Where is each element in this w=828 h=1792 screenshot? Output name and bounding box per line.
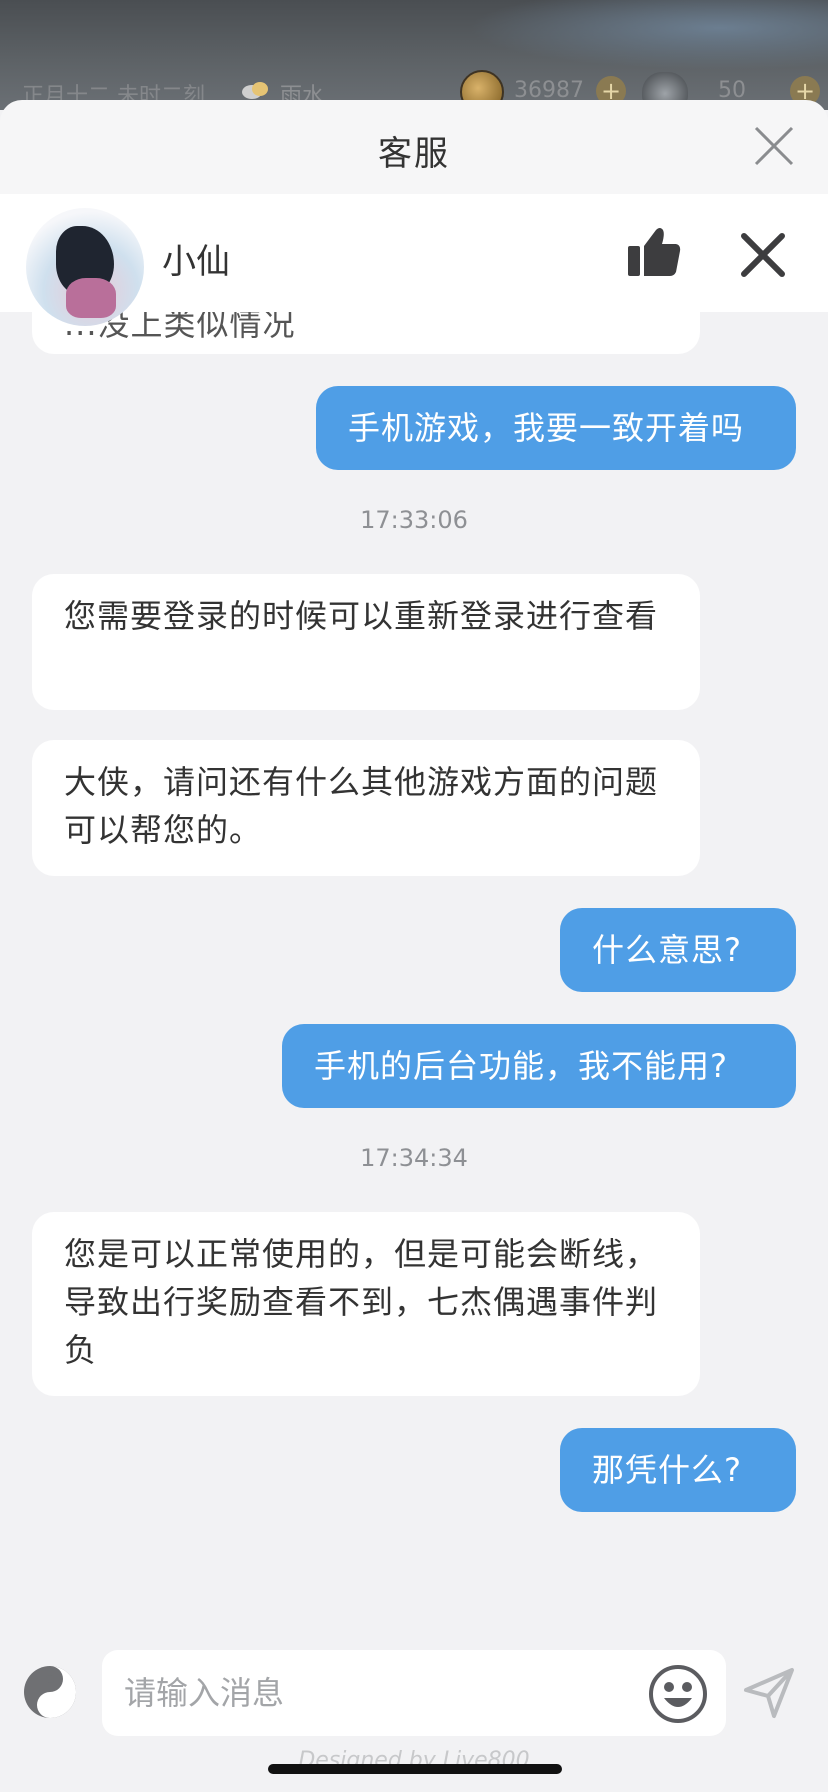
message-timestamp: 17:34:34 (360, 1144, 468, 1172)
message-text: 大侠，请问还有什么其他游戏方面的问题可以帮您的。 (64, 763, 659, 849)
taiji-menu-icon[interactable] (22, 1664, 78, 1720)
thumbs-up-icon[interactable] (626, 224, 682, 280)
avatar-dress (66, 278, 116, 318)
agent-bar: 小仙 (0, 194, 828, 326)
agent-name: 小仙 (162, 242, 230, 282)
sheet-header: 客服 (0, 100, 828, 194)
user-message: 那凭什么? (560, 1428, 796, 1512)
home-indicator[interactable] (268, 1764, 562, 1774)
message-text: 那凭什么? (592, 1451, 742, 1489)
message-timestamp: 17:33:06 (360, 506, 468, 534)
message-text: 您是可以正常使用的，但是可能会断线，导致出行奖励查看不到，七杰偶遇事件判负 (64, 1235, 659, 1369)
end-chat-icon[interactable] (738, 230, 788, 280)
agent-message: 您需要登录的时候可以重新登录进行查看 (32, 574, 700, 710)
page-title: 客服 (378, 134, 450, 174)
chat-message-list[interactable]: ...没上类似情况 手机游戏，我要一致开着吗 17:33:06 您需要登录的时候… (0, 272, 828, 1642)
emoji-icon[interactable] (648, 1664, 708, 1724)
message-input-bar: Designed by Live800 (0, 1642, 828, 1792)
agent-message: 大侠，请问还有什么其他游戏方面的问题可以帮您的。 (32, 740, 700, 876)
message-text: 您需要登录的时候可以重新登录进行查看 (64, 597, 659, 635)
close-sheet-icon[interactable] (750, 122, 798, 170)
user-message: 手机游戏，我要一致开着吗 (316, 386, 796, 470)
user-message: 什么意思? (560, 908, 796, 992)
message-input[interactable] (102, 1650, 726, 1736)
user-message: 手机的后台功能，我不能用? (282, 1024, 796, 1108)
agent-message: 您是可以正常使用的，但是可能会断线，导致出行奖励查看不到，七杰偶遇事件判负 (32, 1212, 700, 1396)
message-text: 手机的后台功能，我不能用? (314, 1047, 728, 1085)
weather-cloud-icon (242, 82, 268, 99)
cloud-decoration (468, 0, 828, 70)
send-icon[interactable] (742, 1666, 796, 1720)
game-background: 正月十二 未时二刻 雨水 36987 + 50 + (0, 0, 828, 114)
message-text: 手机游戏，我要一致开着吗 (348, 409, 745, 447)
message-text: 什么意思? (592, 931, 742, 969)
avatar (26, 208, 144, 326)
